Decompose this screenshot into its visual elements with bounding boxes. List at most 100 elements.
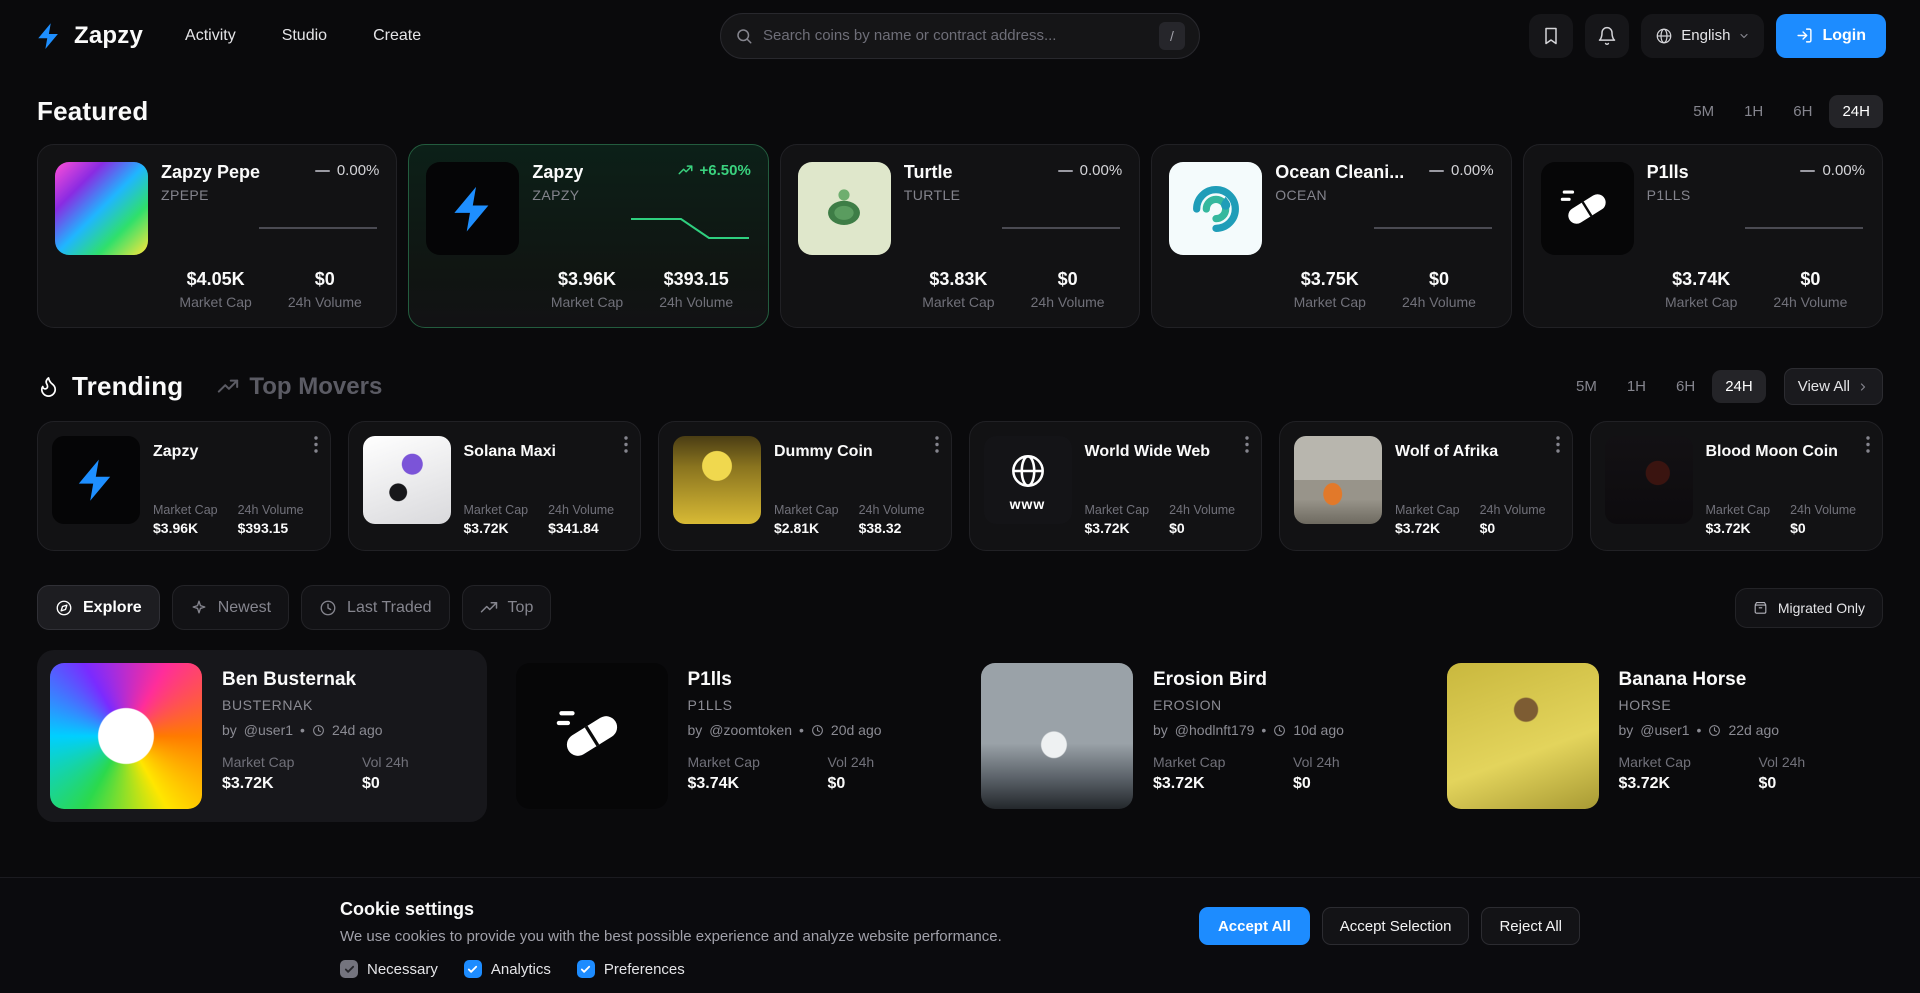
filter-last-traded[interactable]: Last Traded [301,585,450,630]
timeframe-24h[interactable]: 24H [1712,370,1766,403]
market-cap-value: $4.05K [161,269,270,290]
flat-change-icon [1429,170,1444,172]
coin-image-zapzy [426,162,519,255]
filter-top[interactable]: Top [462,585,552,630]
card-menu-button[interactable] [931,432,943,457]
featured-card[interactable]: P1lls P1LLS 0.00% $3.74K Market Cap [1523,144,1883,328]
accept-all-button[interactable]: Accept All [1199,907,1310,945]
migrated-icon [1753,600,1768,615]
vol-value: $0 [362,775,409,793]
bookmark-icon [1541,26,1561,46]
card-menu-button[interactable] [1241,432,1253,457]
market-cap-label: Market Cap [1647,294,1756,310]
featured-section: Featured 5M 1H 6H 24H Zapzy Pepe ZPEPE 0… [0,71,1920,328]
vol-value: $0 [828,775,875,793]
featured-title: Featured [37,96,148,127]
search-input[interactable] [763,27,1149,44]
coin-image-zapzy [52,436,140,524]
trending-card[interactable]: Dummy Coin Market Cap$2.81K 24h Volume$3… [658,421,952,551]
coin-list-card[interactable]: Erosion Bird EROSION by @hodlnft179 • 10… [968,650,1418,822]
accept-selection-button[interactable]: Accept Selection [1322,907,1470,945]
vol-value: $0 [1293,775,1340,793]
market-cap-label: Market Cap [904,294,1013,310]
trending-card[interactable]: www World Wide Web Market Cap$3.72K 24h … [969,421,1263,551]
coin-list-card[interactable]: Ben Busternak BUSTERNAK by @user1 • 24d … [37,650,487,822]
brand-logo[interactable]: Zapzy [34,21,143,51]
sparkle-icon [190,599,208,617]
volume-value: $0 [1169,520,1235,536]
timeframe-1h[interactable]: 1H [1731,95,1776,128]
featured-card[interactable]: Zapzy Pepe ZPEPE 0.00% $4.05K Market Cap [37,144,397,328]
bullet-separator: • [799,722,804,738]
trending-card[interactable]: Blood Moon Coin Market Cap$3.72K 24h Vol… [1590,421,1884,551]
card-menu-button[interactable] [1862,432,1874,457]
coin-ticker: EROSION [1153,697,1405,713]
card-menu-button[interactable] [1552,432,1564,457]
trending-cards: Zapzy Market Cap$3.96K 24h Volume$393.15… [0,421,1920,551]
volume-label: 24h Volume [270,294,379,310]
nav-item-studio[interactable]: Studio [282,21,327,51]
card-menu-button[interactable] [310,432,322,457]
coin-list-card[interactable]: Banana Horse HORSE by @user1 • 22d ago M… [1434,650,1884,822]
coin-name: Ocean Cleani... [1275,162,1404,183]
migrated-only-toggle[interactable]: Migrated Only [1735,588,1883,628]
login-button[interactable]: Login [1776,14,1886,58]
chevron-down-icon [1738,30,1750,42]
market-cap-value: $3.72K [1619,775,1759,793]
chevron-right-icon [1857,381,1869,393]
featured-card[interactable]: Ocean Cleani... OCEAN 0.00% $3.75K Marke… [1151,144,1511,328]
language-label: English [1681,27,1730,44]
timeframe-6h[interactable]: 6H [1780,95,1825,128]
filter-explore[interactable]: Explore [37,585,160,630]
volume-value: $0 [1790,520,1856,536]
market-cap-label: Market Cap [153,503,218,517]
filter-newest[interactable]: Newest [172,585,289,630]
kebab-icon [1245,436,1249,453]
cookie-title: Cookie settings [340,899,1002,920]
volume-value: $341.84 [548,520,614,536]
coin-name: Ben Busternak [222,669,474,691]
market-cap-value: $3.72K [1395,520,1460,536]
checkbox-necessary-box [340,960,358,978]
tab-top-movers[interactable]: Top Movers [217,373,382,401]
market-cap-value: $3.72K [1706,520,1771,536]
nav-item-create[interactable]: Create [373,21,421,51]
reject-all-button[interactable]: Reject All [1481,907,1580,945]
timeframe-1h[interactable]: 1H [1614,370,1659,403]
language-selector[interactable]: English [1641,14,1764,58]
bookmark-button[interactable] [1529,14,1573,58]
trending-section: Trending Top Movers 5M 1H 6H 24H View Al… [0,328,1920,551]
coin-name: Turtle [904,162,961,183]
checkbox-analytics[interactable]: Analytics [464,960,551,978]
featured-card[interactable]: Zapzy ZAPZY +6.50% $3.96K [408,144,768,328]
vol-label: Vol 24h [362,754,409,770]
kebab-icon [314,436,318,453]
card-menu-button[interactable] [620,432,632,457]
coin-name: Solana Maxi [464,442,627,462]
market-cap-label: Market Cap [1395,503,1460,517]
nav-item-activity[interactable]: Activity [185,21,236,51]
zapzy-bolt-icon [34,21,64,51]
coin-image-erosion-bird [981,663,1133,809]
notifications-button[interactable] [1585,14,1629,58]
market-cap-label: Market Cap [222,754,362,770]
trending-card[interactable]: Solana Maxi Market Cap$3.72K 24h Volume$… [348,421,642,551]
search-bar[interactable]: / [720,13,1200,59]
trending-card[interactable]: Zapzy Market Cap$3.96K 24h Volume$393.15 [37,421,331,551]
checkbox-necessary[interactable]: Necessary [340,960,438,978]
checkbox-preferences-box [577,960,595,978]
trending-card[interactable]: Wolf of Afrika Market Cap$3.72K 24h Volu… [1279,421,1573,551]
timeframe-24h[interactable]: 24H [1829,95,1883,128]
clock-icon [312,724,325,737]
featured-card[interactable]: Turtle TURTLE 0.00% $3.83K Market Cap [780,144,1140,328]
timeframe-5m[interactable]: 5M [1563,370,1610,403]
checkbox-preferences[interactable]: Preferences [577,960,685,978]
view-all-button[interactable]: View All [1784,368,1883,405]
timeframe-5m[interactable]: 5M [1680,95,1727,128]
coin-image-turtle [798,162,891,255]
volume-label: 24h Volume [1790,503,1856,517]
timeframe-6h[interactable]: 6H [1663,370,1708,403]
coin-list-card[interactable]: P1lls P1LLS by @zoomtoken • 20d ago Mark… [503,650,953,822]
price-change: 0.00% [1800,162,1865,179]
top-bar: Zapzy Activity Studio Create / English [0,0,1920,71]
